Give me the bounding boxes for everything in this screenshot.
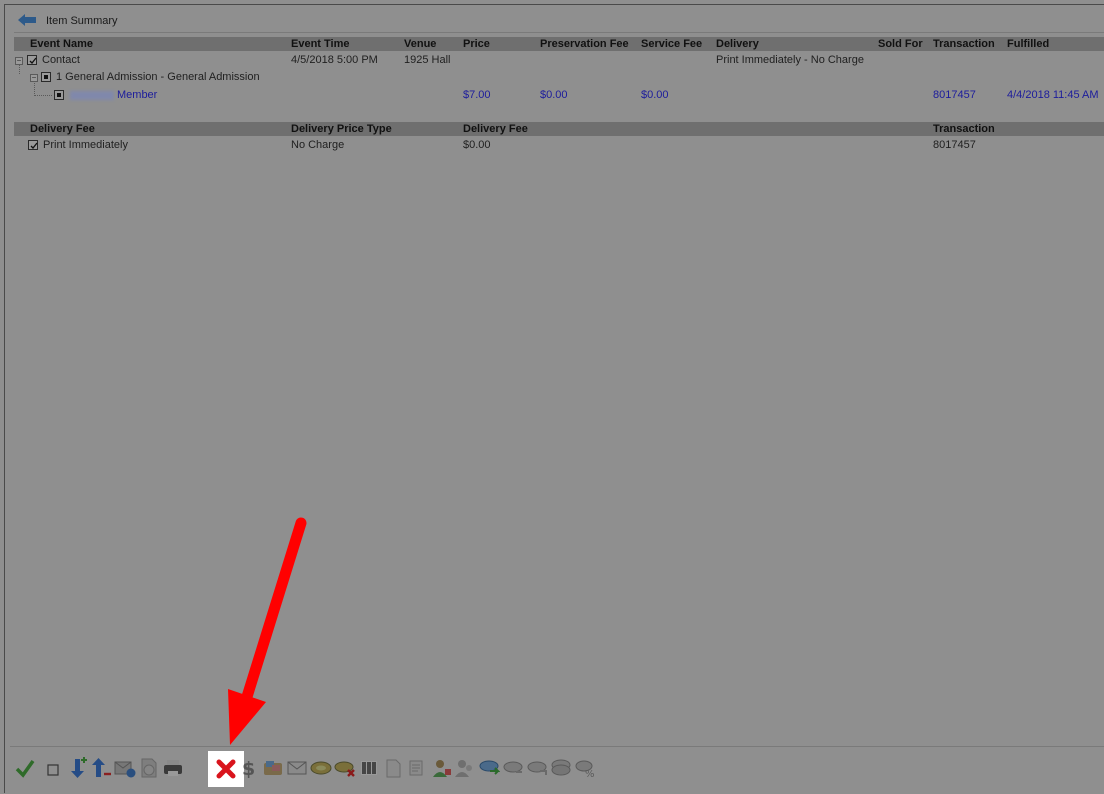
col-event-time[interactable]: Event Time [291,38,350,50]
member-checkbox[interactable] [54,90,64,100]
items-table-header: Event Name Event Time Venue Price Preser… [14,37,1104,51]
move-down-icon[interactable] [66,757,88,779]
col-service-fee[interactable]: Service Fee [641,38,702,50]
table-row[interactable]: − Contact 4/5/2018 5:00 PM 1925 Hall Pri… [0,53,1104,68]
member-price: $7.00 [463,89,491,101]
delivery-name: Print Immediately [43,139,128,151]
printer-icon[interactable] [162,757,184,779]
member-service-fee: $0.00 [641,89,669,101]
user-icon[interactable] [430,757,452,779]
document-icon[interactable] [382,757,404,779]
contact-event-time: 4/5/2018 5:00 PM [291,54,378,66]
delivery-fee: $0.00 [463,139,491,151]
member-fulfilled: 4/4/2018 11:45 AM [1007,89,1099,101]
ticket-delete-icon[interactable] [334,757,356,779]
table-row[interactable]: Member $7.00 $0.00 $0.00 8017457 4/4/201… [0,88,1104,103]
delivery-transaction: 8017457 [933,139,976,151]
info-icon[interactable] [138,757,160,779]
collapse-icon[interactable]: − [30,74,38,82]
collapse-icon[interactable]: − [15,57,23,65]
dollar-icon[interactable]: $ [238,757,260,780]
redacted-name [70,91,114,100]
col-preservation-fee[interactable]: Preservation Fee [540,38,629,50]
contact-venue: 1925 Hall [404,54,451,66]
ticket-stack-icon[interactable] [550,757,572,779]
window-title: Item Summary [46,15,118,27]
toolbar: $ % [10,746,1104,794]
col-fulfilled[interactable]: Fulfilled [1007,38,1049,50]
delete-icon[interactable] [215,758,237,780]
scroll-icon[interactable] [406,757,428,779]
admission-name: 1 General Admission - General Admission [56,71,260,83]
col-price[interactable]: Price [463,38,490,50]
col-delivery-fee[interactable]: Delivery Fee [30,123,95,135]
admission-checkbox[interactable] [41,72,51,82]
col-transaction[interactable]: Transaction [933,38,995,50]
contact-delivery: Print Immediately - No Charge [716,54,864,66]
table-row[interactable]: − 1 General Admission - General Admissio… [0,70,1104,85]
table-row[interactable]: Print Immediately No Charge $0.00 801745… [0,138,1104,153]
barcode-icon[interactable] [358,757,380,779]
square-icon[interactable] [42,757,64,779]
col-delivery-fee-amount[interactable]: Delivery Fee [463,123,528,135]
ticket-icon[interactable] [310,757,332,779]
title-bar: Item Summary [14,10,1104,33]
users-icon[interactable] [454,757,476,779]
col-event-name[interactable]: Event Name [30,38,93,50]
svg-text:$: $ [242,758,255,779]
ticket-left-icon[interactable] [502,757,524,779]
gift-icon[interactable] [262,757,284,779]
col-delivery[interactable]: Delivery [716,38,759,50]
mail-info-icon[interactable] [114,757,136,779]
back-arrow-icon[interactable] [14,10,40,32]
percent-icon[interactable]: % [574,757,596,780]
envelope-icon[interactable] [286,757,308,779]
checkmark-icon[interactable] [14,757,36,779]
delivery-price-type: No Charge [291,139,345,151]
contact-checkbox[interactable] [27,55,37,65]
member-name: Member [117,89,158,101]
delivery-table-header: Delivery Fee Delivery Price Type Deliver… [14,122,1104,136]
col-delivery-transaction[interactable]: Transaction [933,123,995,135]
ticket-arrow-icon[interactable] [478,757,501,779]
move-up-icon[interactable] [90,757,112,779]
col-delivery-price-type[interactable]: Delivery Price Type [291,123,392,135]
col-venue[interactable]: Venue [404,38,436,50]
col-sold-for[interactable]: Sold For [878,38,923,50]
contact-name: Contact [42,54,80,66]
svg-text:%: % [585,769,595,779]
member-preservation-fee: $0.00 [540,89,568,101]
member-transaction: 8017457 [933,89,976,101]
delivery-checkbox[interactable] [28,140,38,150]
ticket-refresh-icon[interactable] [526,757,548,779]
